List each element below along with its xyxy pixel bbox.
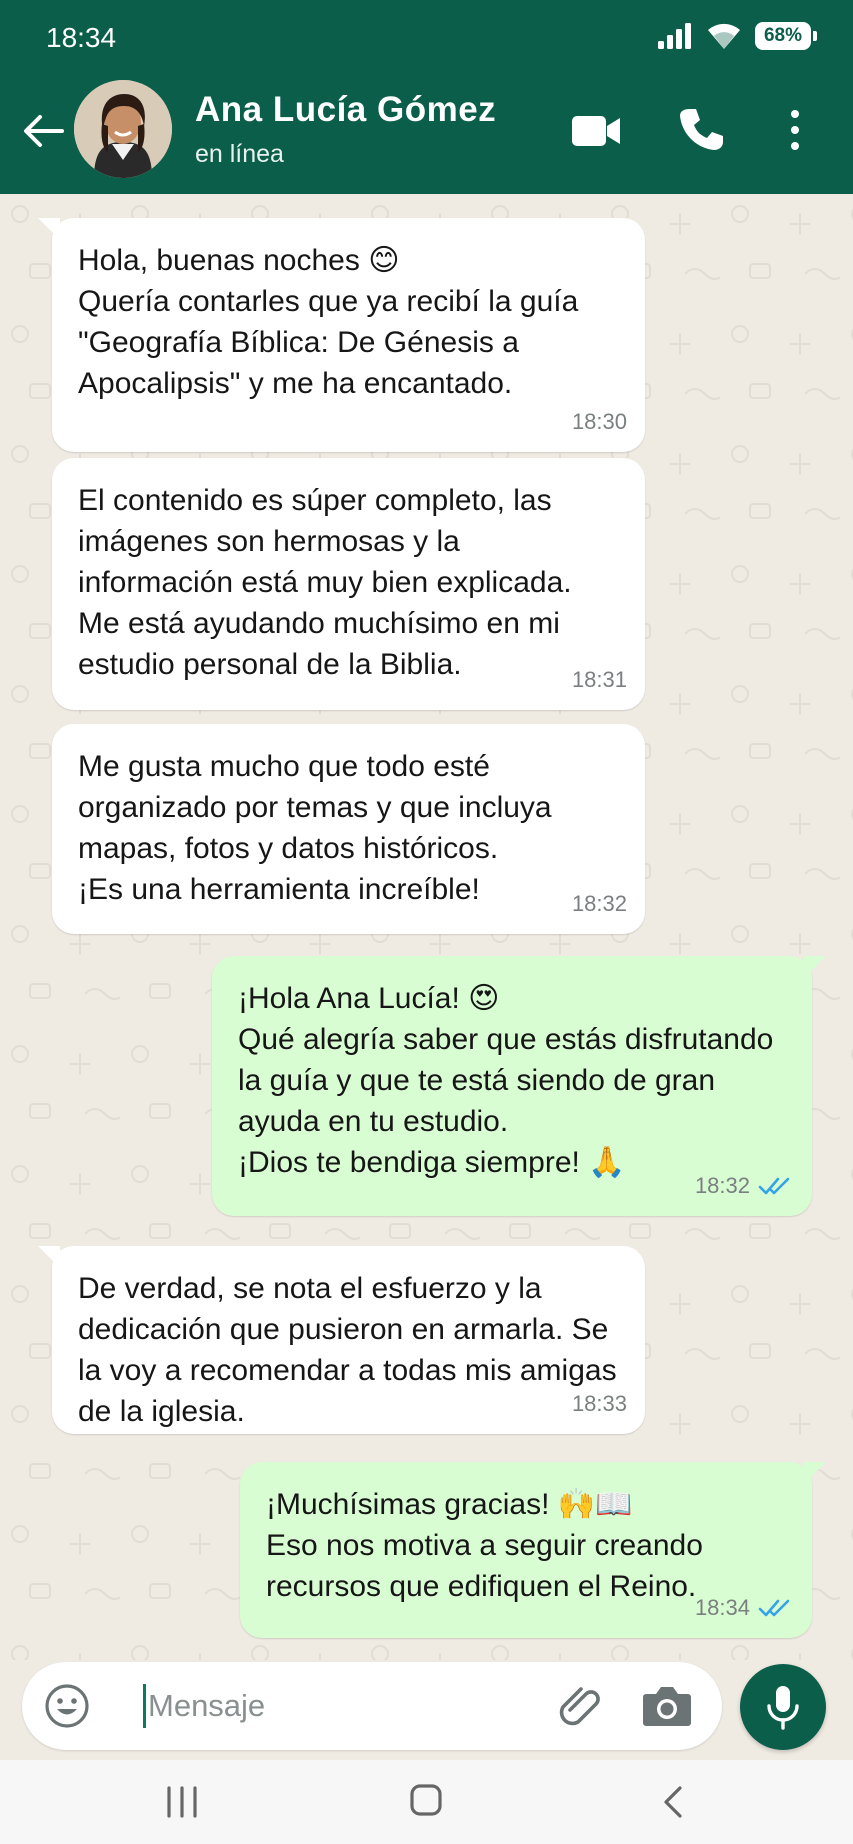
avatar-photo (74, 80, 172, 178)
more-vertical-icon-dot (791, 110, 799, 118)
emoji-button[interactable] (44, 1683, 90, 1729)
camera-button[interactable] (642, 1682, 692, 1728)
signal-icon (658, 23, 691, 49)
message-bubble-incoming[interactable]: El contenido es súper completo, las imág… (52, 458, 645, 710)
wifi-icon (708, 23, 740, 49)
paperclip-icon (559, 1687, 600, 1726)
chat-header: 18:34 68% Ana Lucía Gómez en línea (0, 0, 853, 194)
message-bubble-outgoing[interactable]: ¡Muchísimas gracias! 🙌📖 Eso nos motiva a… (240, 1462, 826, 1638)
message-time: 18:30 (571, 409, 627, 434)
chevron-left-icon (664, 1786, 682, 1818)
microphone-icon (767, 1686, 799, 1730)
message-input[interactable] (148, 1678, 548, 1734)
message-meta: 18:30 (572, 401, 627, 442)
chat-area[interactable]: Hola, buenas noches 😊 Quería contarles q… (0, 194, 853, 1660)
battery-cap (813, 31, 817, 41)
bubble-tail (804, 1462, 826, 1484)
more-options-button[interactable] (780, 106, 810, 154)
app-bar: Ana Lucía Gómez en línea (0, 76, 853, 194)
double-check-icon (758, 1177, 790, 1194)
bubble-tail (38, 1246, 60, 1268)
message-text: El contenido es súper completo, las imág… (78, 484, 572, 681)
message-bubble-incoming[interactable]: De verdad, se nota el esfuerzo y la dedi… (38, 1246, 645, 1434)
message-meta: 18:32 (572, 883, 627, 924)
bubble-tail (38, 218, 60, 240)
message-meta: 18:34 (695, 1587, 794, 1628)
battery-level: 68% (755, 22, 811, 50)
message-text: De verdad, se nota el esfuerzo y la dedi… (78, 1272, 617, 1428)
message-composer (22, 1662, 722, 1750)
message-time: 18:33 (571, 1391, 627, 1416)
message-time: 18:32 (694, 1173, 750, 1198)
home-button[interactable] (404, 1778, 448, 1822)
status-time: 18:34 (46, 22, 117, 53)
message-bubble-outgoing[interactable]: ¡Hola Ana Lucía! 😍 Qué alegría saber que… (212, 956, 826, 1216)
double-check-icon (758, 1599, 790, 1616)
video-call-button[interactable] (570, 110, 622, 152)
battery-indicator: 68% (755, 22, 817, 50)
text-cursor (143, 1684, 146, 1728)
message-text: ¡Hola Ana Lucía! 😍 Qué alegría saber que… (238, 982, 774, 1179)
more-vertical-icon-dot (791, 142, 799, 150)
status-bar: 18:34 68% (0, 0, 853, 76)
message-bubble-incoming[interactable]: Hola, buenas noches 😊 Quería contarles q… (38, 218, 645, 452)
contact-avatar[interactable] (74, 80, 172, 178)
phone-icon (680, 109, 723, 150)
back-button[interactable] (18, 106, 68, 156)
message-meta: 18:31 (572, 659, 627, 700)
message-time: 18:32 (571, 891, 627, 916)
arrow-left-icon (24, 115, 64, 147)
video-camera-icon (572, 116, 620, 146)
bubble-tail (804, 956, 826, 978)
contact-name[interactable]: Ana Lucía Gómez (195, 90, 496, 130)
system-back-button[interactable] (652, 1780, 696, 1824)
message-meta: 18:32 (695, 1165, 794, 1206)
recents-button[interactable] (160, 1780, 204, 1824)
message-bubble-incoming[interactable]: Me gusta mucho que todo esté organizado … (52, 724, 645, 934)
message-time: 18:31 (571, 667, 627, 692)
system-nav-bar (0, 1760, 853, 1844)
more-vertical-icon-dot (791, 126, 799, 134)
message-text: Hola, buenas noches 😊 Quería contarles q… (78, 244, 579, 400)
camera-icon (643, 1687, 691, 1726)
status-icons: 68% (657, 22, 817, 50)
home-icon (410, 1784, 442, 1816)
message-text: Me gusta mucho que todo esté organizado … (78, 750, 552, 906)
contact-status: en línea (195, 140, 284, 168)
attach-button[interactable] (554, 1680, 606, 1732)
voice-message-button[interactable] (740, 1664, 826, 1750)
recents-icon (167, 1786, 197, 1818)
message-time: 18:34 (694, 1595, 750, 1620)
emoji-icon (45, 1684, 89, 1728)
voice-call-button[interactable] (678, 106, 724, 152)
message-meta: 18:33 (572, 1383, 627, 1424)
